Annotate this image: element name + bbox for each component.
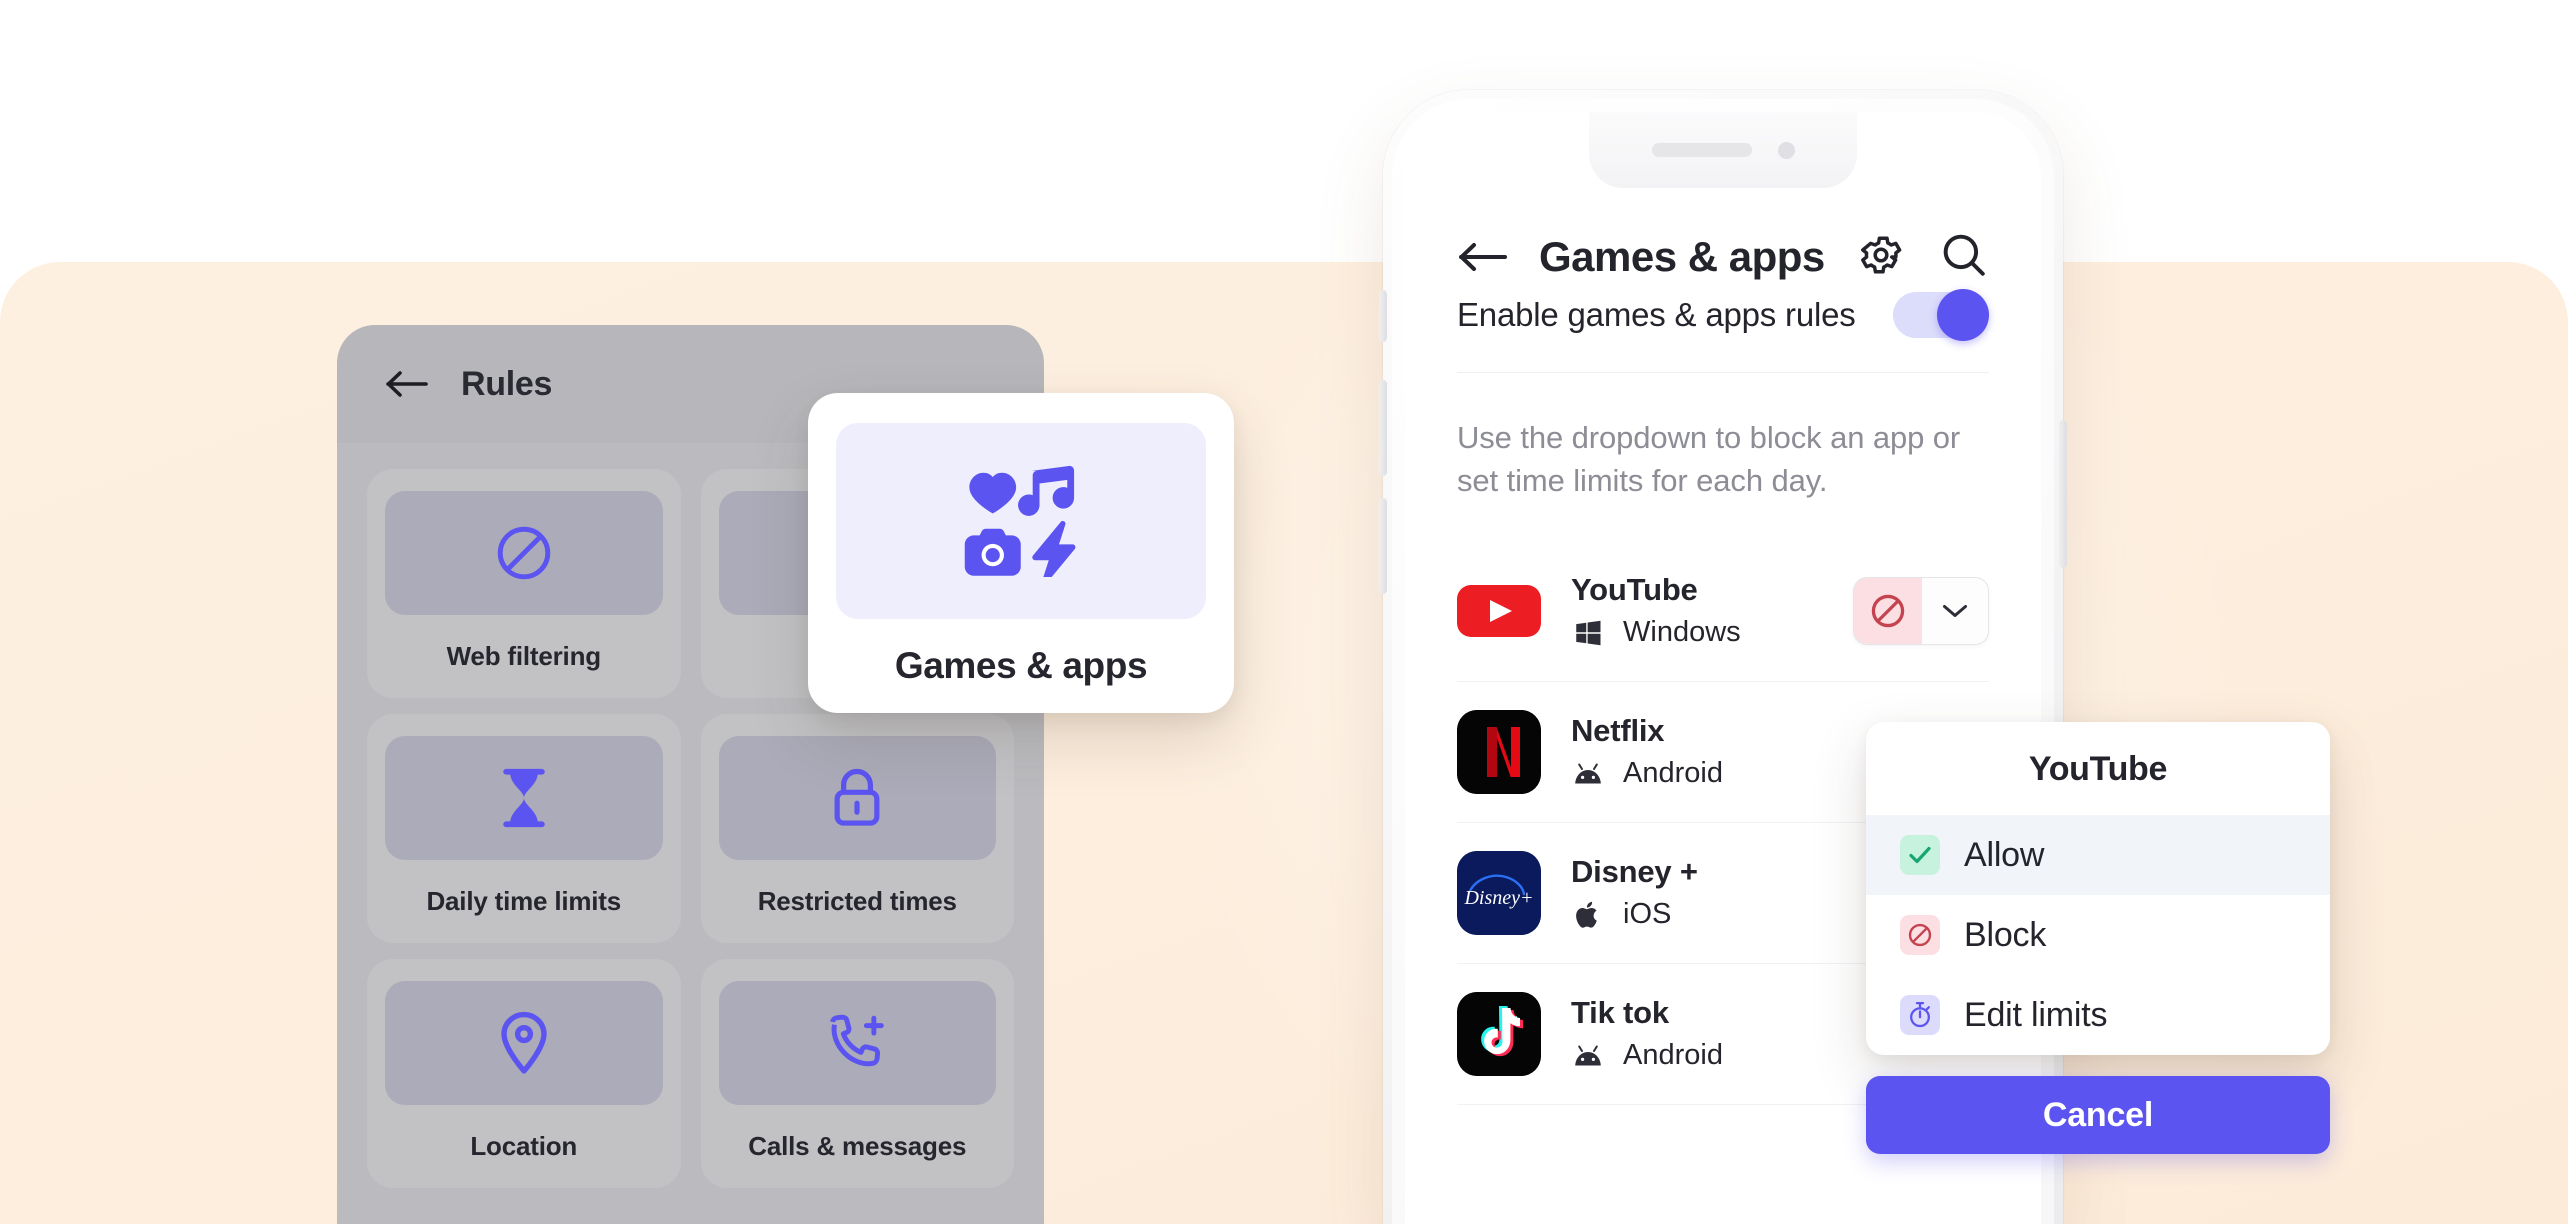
front-camera-icon (1777, 141, 1795, 159)
app-meta: Disney + iOS (1571, 854, 1698, 931)
chevron-down-icon[interactable] (1922, 577, 1988, 644)
android-icon (1571, 759, 1605, 789)
app-os-label: Windows (1623, 616, 1741, 649)
tiktok-icon (1457, 991, 1541, 1076)
app-os-label: iOS (1623, 898, 1672, 931)
rules-tile-calls-messages[interactable]: Calls & messages (700, 959, 1014, 1188)
tile-label: Web filtering (446, 641, 602, 671)
phone-screen: Games & apps Enable games & apps rules U… (1405, 112, 2041, 1224)
no-entry-icon[interactable] (1854, 577, 1922, 644)
app-os: Windows (1571, 616, 1741, 649)
rules-title: Rules (461, 364, 553, 403)
app-name: Tik tok (1571, 995, 1669, 1031)
gear-icon[interactable] (1857, 231, 1905, 284)
back-arrow-icon[interactable] (1457, 240, 1509, 274)
tile-label: Location (470, 1131, 578, 1161)
no-entry-icon (385, 491, 663, 615)
app-os-label: Android (1623, 757, 1723, 790)
app-status-dropdown[interactable] (1853, 576, 1989, 645)
phone-volume-up-button[interactable] (1379, 380, 1387, 476)
phone-volume-down-button[interactable] (1379, 498, 1387, 594)
tile-label: Daily time limits (426, 886, 622, 916)
hourglass-icon (385, 736, 663, 860)
table-row[interactable]: YouTube Windows (1457, 541, 1989, 682)
toggle-knob (1937, 289, 1989, 341)
tile-label: Restricted times (757, 886, 957, 916)
search-icon[interactable] (1939, 230, 1989, 285)
enable-games-apps-rules-row[interactable]: Enable games & apps rules (1457, 289, 1989, 373)
disneyplus-icon: Disney+ (1457, 850, 1541, 935)
stopwatch-icon (1900, 995, 1940, 1035)
app-name: Disney + (1571, 854, 1698, 890)
check-icon (1900, 835, 1940, 875)
dropdown-hint-text: Use the dropdown to block an app or set … (1457, 420, 1961, 498)
android-icon (1571, 1041, 1605, 1071)
back-arrow-icon[interactable] (385, 369, 429, 399)
app-name: YouTube (1571, 572, 1698, 608)
youtube-icon (1457, 568, 1541, 653)
app-os-label: Android (1623, 1039, 1723, 1072)
app-meta: Netflix Android (1571, 713, 1723, 790)
action-label: Block (1964, 915, 2047, 954)
phone-notch (1589, 112, 1857, 188)
enable-rules-label: Enable games & apps rules (1457, 296, 1856, 333)
phone-power-button[interactable] (2059, 420, 2067, 568)
rules-tile-location[interactable]: Location (367, 959, 681, 1188)
app-os: Android (1571, 757, 1723, 790)
svg-text:Disney+: Disney+ (1463, 887, 1533, 909)
screenshot-root: Rules Web filtering Gam (0, 0, 2568, 1224)
page-title: Games & apps (1539, 233, 1825, 280)
action-sheet-item-allow[interactable]: Allow (1866, 815, 2330, 895)
tile-label: Calls & messages (748, 1131, 967, 1161)
action-label: Allow (1964, 835, 2045, 874)
app-name: Netflix (1571, 713, 1665, 749)
action-sheet-title: YouTube (2028, 750, 2168, 788)
app-os: Android (1571, 1039, 1723, 1072)
action-label: Edit limits (1964, 995, 2108, 1034)
action-sheet-item-block[interactable]: Block (1866, 895, 2330, 975)
app-os: iOS (1571, 898, 1698, 931)
map-pin-icon (385, 981, 663, 1105)
phone-silent-switch[interactable] (1379, 290, 1387, 342)
rules-tile-restricted-times[interactable]: Restricted times (700, 714, 1014, 943)
app-meta: Tik tok Android (1571, 995, 1723, 1072)
earpiece-speaker (1651, 143, 1752, 157)
action-sheet-item-edit-limits[interactable]: Edit limits (1866, 975, 2330, 1055)
games-apps-highlight-card[interactable]: Games & apps (808, 393, 1234, 713)
phone-plus-icon (718, 981, 996, 1105)
games-apps-card-label: Games & apps (894, 645, 1148, 686)
cancel-button[interactable]: Cancel (1866, 1076, 2330, 1154)
windows-icon (1571, 618, 1605, 648)
rules-tile-daily-time-limits[interactable]: Daily time limits (367, 714, 681, 943)
rules-tile-web-filtering[interactable]: Web filtering (367, 469, 681, 698)
netflix-icon (1457, 709, 1541, 794)
games-apps-icon (836, 423, 1206, 619)
app-action-sheet: YouTube Allow Block Edit limits (1866, 722, 2330, 1055)
apple-icon (1571, 900, 1605, 930)
enable-rules-toggle[interactable] (1893, 289, 1989, 341)
app-screen-content: Games & apps Enable games & apps rules U… (1405, 112, 2041, 1224)
header-actions (1857, 230, 1989, 285)
padlock-icon (718, 736, 996, 860)
no-entry-icon (1900, 915, 1940, 955)
app-meta: YouTube Windows (1571, 572, 1741, 649)
